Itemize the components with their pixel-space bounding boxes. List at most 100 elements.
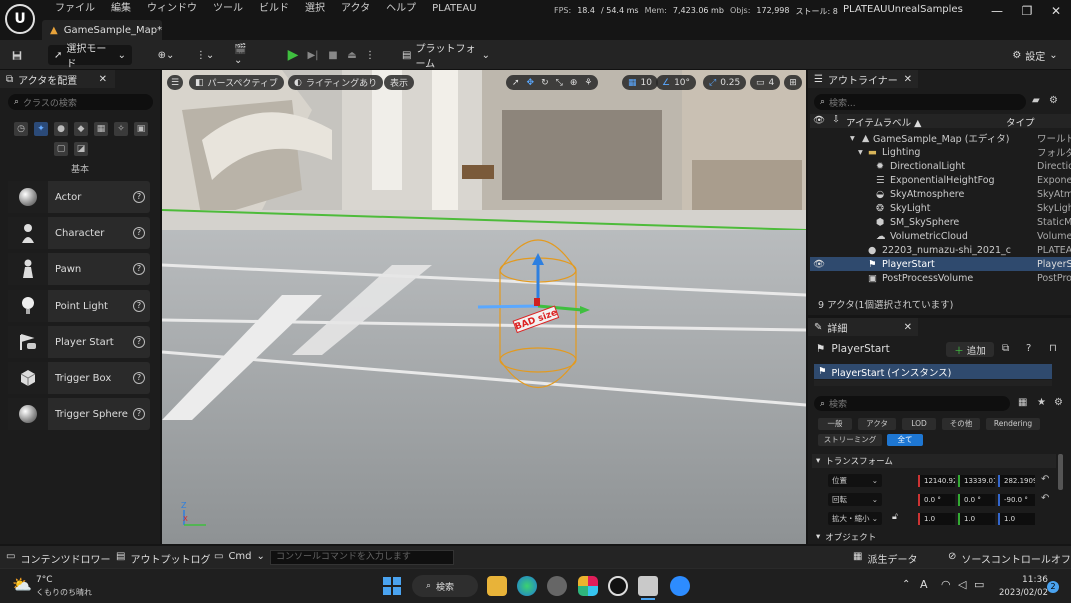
gear-icon[interactable]: ⚙ (1054, 397, 1063, 408)
app-window-icon[interactable] (638, 576, 658, 596)
lighting-button[interactable]: ◐ ライティングあり (288, 75, 384, 90)
outliner-row[interactable]: ▾ ▬ Lighting フォルダ (810, 145, 1071, 160)
help-icon[interactable]: ? (133, 408, 145, 420)
slack-icon[interactable] (578, 576, 598, 596)
world-icon[interactable]: ⊕ (570, 78, 578, 88)
shapes-icon[interactable]: ◆ (74, 122, 88, 136)
add-content-icon[interactable]: ⊕⌄ (152, 45, 180, 65)
outliner-row-selected[interactable]: 👁 ⚑ PlayerStart PlayerStart (810, 257, 1071, 271)
object-section-header[interactable]: ▾ オブジェクト (812, 531, 1056, 543)
help-icon[interactable]: ? (133, 227, 145, 239)
close-icon[interactable]: ✕ (99, 74, 107, 85)
location-label[interactable]: 位置 ⌄ (828, 474, 882, 487)
place-actors-tab[interactable]: ⧉ アクタを配置 ✕ (0, 70, 115, 88)
visibility-icon[interactable]: 👁 (813, 259, 825, 270)
scale-x-field[interactable]: 1.0 (918, 513, 955, 525)
file-explorer-icon[interactable] (487, 576, 507, 596)
location-z-field[interactable]: 282.1909 (998, 475, 1035, 487)
clock-time[interactable]: 11:36 (1022, 575, 1048, 585)
details-tab[interactable]: ✎ 詳細 ✕ (808, 318, 918, 336)
battery-icon[interactable]: ▭ (974, 578, 984, 591)
help-icon[interactable]: ? (133, 300, 145, 312)
rotate-icon[interactable]: ↻ (541, 78, 549, 88)
filter-lod[interactable]: LOD (902, 418, 936, 430)
notification-badge[interactable]: 2 (1047, 581, 1059, 593)
help-icon[interactable]: ? (1026, 343, 1031, 354)
rotation-x-field[interactable]: 0.0 ° (918, 494, 955, 506)
help-icon[interactable]: ? (133, 372, 145, 384)
outliner-row[interactable]: ● 22203_numazu-shi_2021_c PLATEAUInst (810, 243, 1071, 257)
outliner-row[interactable]: ✹ DirectionalLight DirectionalLig (810, 159, 1071, 173)
viewport-menu-icon[interactable]: ☰ (167, 75, 183, 90)
unreal-logo-icon[interactable]: U (5, 4, 35, 34)
show-button[interactable]: 表示 (384, 75, 415, 90)
blueprint-icon[interactable]: ⋮⌄ (190, 45, 220, 65)
derived-data-button[interactable]: ▦ 派生データ (853, 551, 917, 566)
recent-icon[interactable]: ◷ (14, 122, 28, 136)
outliner-row[interactable]: ▣ PostProcessVolume PostProcessV (810, 271, 1071, 285)
menu-tools[interactable]: ツール (205, 2, 251, 18)
col-type[interactable]: タイプ (1006, 115, 1035, 129)
help-icon[interactable]: ? (133, 336, 145, 348)
class-search-input[interactable]: ⌕ クラスの検索 (8, 94, 153, 110)
expand-icon[interactable]: ▾ (858, 147, 863, 158)
transform-section-header[interactable]: ▾ トランスフォーム (812, 454, 1056, 468)
taskbar-search[interactable]: ⌕ 検索 (412, 575, 478, 597)
minimize-button[interactable]: — (982, 3, 1012, 19)
actor-item-character[interactable]: Character ? (8, 217, 150, 249)
actor-item-pawn[interactable]: Pawn ? (8, 253, 150, 285)
actor-item-player-start[interactable]: Player Start ? (8, 326, 150, 358)
blueprint-icon[interactable]: ⧉ (1002, 343, 1009, 354)
scale-y-field[interactable]: 1.0 (958, 513, 995, 525)
rotation-z-field[interactable]: -90.0 ° (998, 494, 1035, 506)
cinematic-icon[interactable]: ▦ (94, 122, 108, 136)
close-window-button[interactable]: ✕ (1041, 3, 1071, 19)
actor-item-trigger-box[interactable]: Trigger Box ? (8, 362, 150, 394)
menu-file[interactable]: ファイル (47, 2, 103, 18)
play-icon[interactable]: ▶ (284, 45, 302, 65)
move-icon[interactable]: ✥ (527, 78, 535, 88)
camera-speed[interactable]: ▭ 4 (750, 75, 781, 90)
outliner-row[interactable]: ◒ SkyAtmosphere SkyAtmosphe (810, 187, 1071, 201)
outliner-row[interactable]: ☰ ExponentialHeightFog ExponentialHe (810, 173, 1071, 187)
visual-effects-icon[interactable]: ✧ (114, 122, 128, 136)
layout-icon[interactable]: ⊞ (784, 75, 802, 90)
close-icon[interactable]: ✕ (904, 74, 912, 85)
filter-all[interactable]: 全て (887, 434, 923, 446)
star-icon[interactable]: ★ (1037, 397, 1046, 408)
menu-window[interactable]: ウィンドウ (139, 2, 205, 18)
weather-icon[interactable]: ⛅ (12, 575, 32, 594)
col-item-label[interactable]: アイテムラベル ▲ (846, 115, 921, 129)
help-icon[interactable]: ? (133, 191, 145, 203)
map-document-tab[interactable]: ▲ GameSample_Map* (42, 20, 162, 40)
component-instance-row[interactable]: ⚑ PlayerStart (インスタンス) (814, 364, 1052, 379)
scale-snap[interactable]: ⤢ 0.25 (703, 75, 747, 90)
menu-plateau[interactable]: PLATEAU (424, 2, 484, 18)
reset-location-icon[interactable]: ↶ (1041, 474, 1049, 485)
step-icon[interactable]: ▶| (304, 45, 322, 65)
zoom-icon[interactable] (670, 576, 690, 596)
scale-z-field[interactable]: 1.0 (998, 513, 1035, 525)
actor-item-point-light[interactable]: Point Light ? (8, 290, 150, 322)
weather-desc[interactable]: くもりのち晴れ (36, 587, 92, 598)
save-icon[interactable] (6, 45, 28, 65)
wifi-icon[interactable]: ◠ (941, 578, 951, 591)
details-scrollbar[interactable] (1058, 454, 1063, 490)
console-input[interactable]: コンソールコマンドを入力します (270, 550, 454, 565)
outliner-search-input[interactable]: ⌕ 検索... (814, 94, 1026, 110)
play-options-icon[interactable]: ⋮ (363, 45, 377, 65)
maximize-button[interactable]: ❐ (1012, 3, 1042, 19)
component-tree-row[interactable] (814, 380, 1052, 386)
lock-icon[interactable]: ⊓ (1049, 343, 1057, 354)
visibility-icon[interactable]: 👁 (813, 115, 825, 126)
start-button-icon[interactable] (383, 577, 401, 595)
tray-chevron-icon[interactable]: ⌃ (902, 579, 910, 590)
source-control-button[interactable]: ⊘ ソースコントロールオフ (948, 551, 1071, 566)
clock-date[interactable]: 2023/02/02 (999, 588, 1048, 598)
scale-icon[interactable]: ⤡ (556, 78, 563, 88)
menu-build[interactable]: ビルド (251, 2, 297, 18)
scale-label[interactable]: 拡大・縮小 ⌄ (828, 512, 882, 525)
filter-actor[interactable]: アクタ (858, 418, 896, 430)
select-cursor-icon[interactable]: ➚ (512, 78, 520, 88)
cmd-dropdown[interactable]: ▭ Cmd ⌄ (214, 551, 265, 562)
